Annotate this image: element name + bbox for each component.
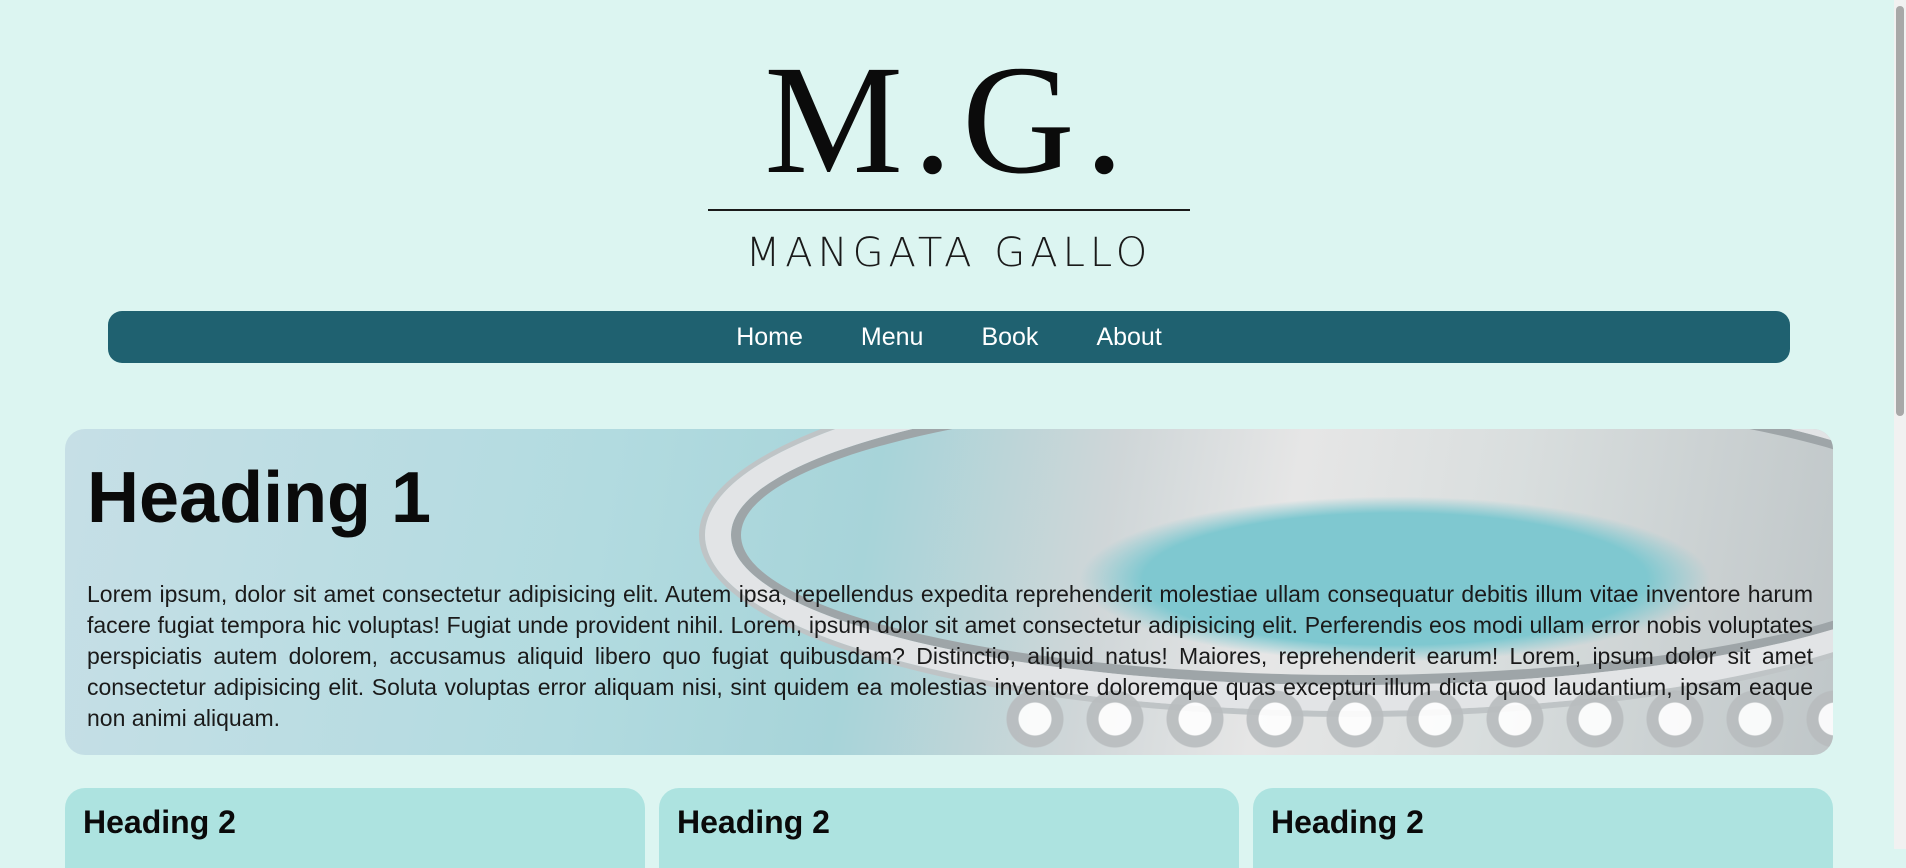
nav-link-book[interactable]: Book (981, 323, 1038, 352)
card-heading: Heading 2 (677, 804, 830, 840)
vertical-scrollbar[interactable] (1894, 0, 1906, 849)
card-heading: Heading 2 (1271, 804, 1424, 840)
nav-link-about[interactable]: About (1096, 323, 1161, 352)
content-card-2: Heading 2 (659, 788, 1239, 868)
nav-link-home[interactable]: Home (736, 323, 803, 352)
content-card-3: Heading 2 (1253, 788, 1833, 868)
nav-link-menu[interactable]: Menu (861, 323, 924, 352)
content-card-1: Heading 2 (65, 788, 645, 868)
logo-monogram: M.G. (764, 33, 1134, 206)
hero-paragraph: Lorem ipsum, dolor sit amet consectetur … (87, 581, 1813, 731)
scrollbar-thumb[interactable] (1896, 6, 1904, 416)
logo-brand-name: MANGATA GALLO (745, 230, 1153, 276)
hero-banner: Heading 1 Lorem ipsum, dolor sit amet co… (65, 429, 1833, 755)
main-navigation: Home Menu Book About (108, 311, 1790, 363)
hero-heading: Heading 1 (87, 458, 432, 538)
site-logo: M.G. MANGATA GALLO (708, 42, 1190, 282)
card-heading: Heading 2 (83, 804, 236, 840)
logo-divider (708, 209, 1190, 211)
